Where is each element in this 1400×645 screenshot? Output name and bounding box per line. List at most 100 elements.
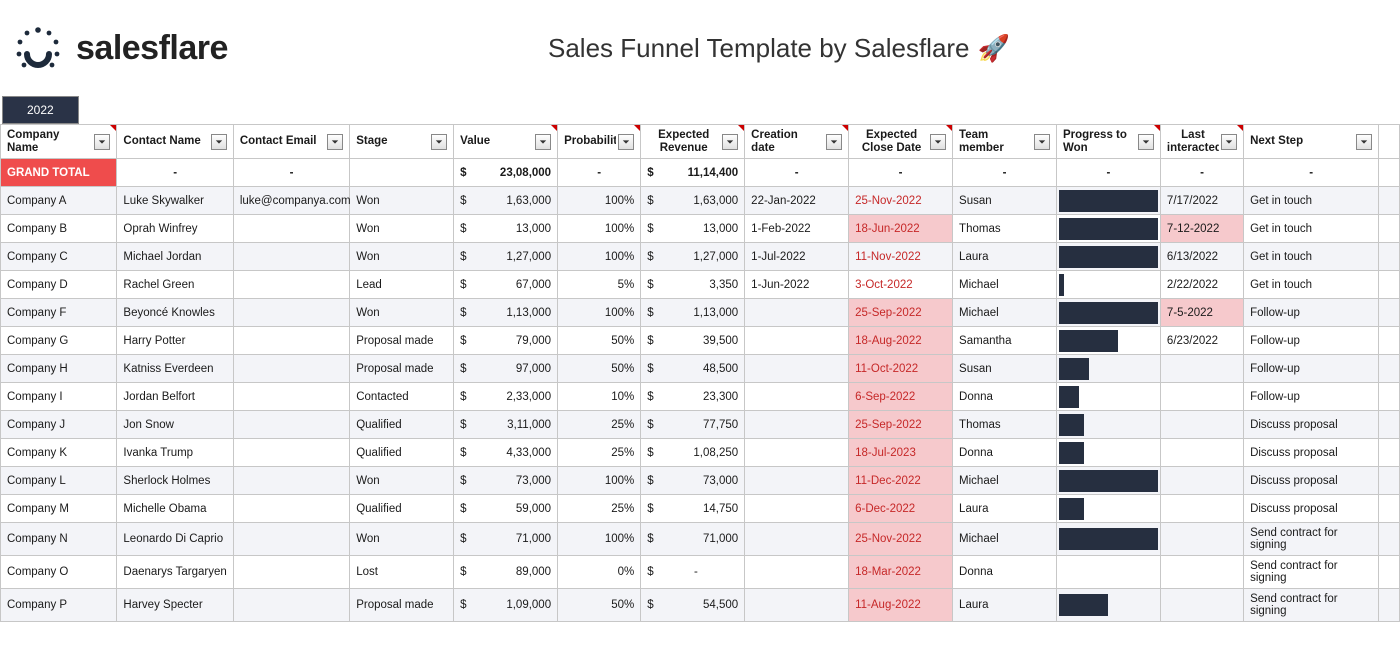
cell-company[interactable]: Company F: [1, 299, 117, 327]
cell-next-step[interactable]: Get in touch: [1244, 187, 1379, 215]
cell-next-step[interactable]: Discuss proposal: [1244, 439, 1379, 467]
cell-expected-revenue[interactable]: $77,750: [641, 411, 745, 439]
cell-value[interactable]: $89,000: [454, 556, 558, 589]
cell-creation-date[interactable]: 1-Jul-2022: [745, 243, 849, 271]
cell-probability[interactable]: 100%: [558, 299, 641, 327]
cell-stage[interactable]: Qualified: [350, 411, 454, 439]
cell-email[interactable]: [233, 271, 349, 299]
cell-contact[interactable]: Michelle Obama: [117, 495, 233, 523]
cell-probability[interactable]: 25%: [558, 495, 641, 523]
cell-progress[interactable]: [1056, 215, 1160, 243]
cell-email[interactable]: [233, 439, 349, 467]
cell-expected-revenue[interactable]: $1,63,000: [641, 187, 745, 215]
cell-probability[interactable]: 100%: [558, 523, 641, 556]
cell-expected-revenue[interactable]: $1,27,000: [641, 243, 745, 271]
cell-creation-date[interactable]: [745, 495, 849, 523]
cell-contact[interactable]: Luke Skywalker: [117, 187, 233, 215]
cell-next-step[interactable]: Send contract for signing: [1244, 589, 1379, 622]
cell-progress[interactable]: [1056, 383, 1160, 411]
cell-next-step[interactable]: Follow-up: [1244, 327, 1379, 355]
cell-progress[interactable]: [1056, 243, 1160, 271]
cell-creation-date[interactable]: [745, 383, 849, 411]
cell-last-interacted[interactable]: [1160, 355, 1243, 383]
cell-expected-revenue[interactable]: $13,000: [641, 215, 745, 243]
cell-next-step[interactable]: Follow-up: [1244, 355, 1379, 383]
cell-last-interacted[interactable]: [1160, 589, 1243, 622]
filter-dropdown-icon[interactable]: [722, 134, 738, 150]
cell-expected-revenue[interactable]: $1,08,250: [641, 439, 745, 467]
cell-value[interactable]: $67,000: [454, 271, 558, 299]
cell-last-interacted[interactable]: [1160, 467, 1243, 495]
cell-stage[interactable]: Won: [350, 299, 454, 327]
cell-expected-close-date[interactable]: 11-Dec-2022: [849, 467, 953, 495]
cell-creation-date[interactable]: [745, 556, 849, 589]
cell-team-member[interactable]: Donna: [953, 383, 1057, 411]
cell-next-step[interactable]: Follow-up: [1244, 299, 1379, 327]
filter-dropdown-icon[interactable]: [618, 134, 634, 150]
cell-email[interactable]: [233, 355, 349, 383]
cell-company[interactable]: Company I: [1, 383, 117, 411]
cell-next-step[interactable]: Get in touch: [1244, 215, 1379, 243]
cell-team-member[interactable]: Michael: [953, 467, 1057, 495]
cell-expected-close-date[interactable]: 6-Dec-2022: [849, 495, 953, 523]
cell-probability[interactable]: 50%: [558, 589, 641, 622]
cell-email[interactable]: [233, 327, 349, 355]
cell-expected-revenue[interactable]: $23,300: [641, 383, 745, 411]
cell-email[interactable]: [233, 556, 349, 589]
cell-value[interactable]: $97,000: [454, 355, 558, 383]
cell-stage[interactable]: Proposal made: [350, 355, 454, 383]
cell-expected-close-date[interactable]: 25-Nov-2022: [849, 187, 953, 215]
cell-email[interactable]: [233, 411, 349, 439]
cell-expected-revenue[interactable]: $14,750: [641, 495, 745, 523]
cell-team-member[interactable]: Laura: [953, 243, 1057, 271]
cell-next-step[interactable]: Discuss proposal: [1244, 411, 1379, 439]
cell-creation-date[interactable]: [745, 439, 849, 467]
cell-expected-close-date[interactable]: 18-Mar-2022: [849, 556, 953, 589]
cell-progress[interactable]: [1056, 589, 1160, 622]
cell-expected-close-date[interactable]: 6-Sep-2022: [849, 383, 953, 411]
cell-expected-revenue[interactable]: $-: [641, 556, 745, 589]
cell-value[interactable]: $13,000: [454, 215, 558, 243]
cell-creation-date[interactable]: [745, 467, 849, 495]
cell-last-interacted[interactable]: [1160, 556, 1243, 589]
cell-next-step[interactable]: Get in touch: [1244, 243, 1379, 271]
cell-email[interactable]: [233, 243, 349, 271]
cell-next-step[interactable]: Get in touch: [1244, 271, 1379, 299]
cell-expected-revenue[interactable]: $39,500: [641, 327, 745, 355]
cell-stage[interactable]: Lead: [350, 271, 454, 299]
cell-contact[interactable]: Jordan Belfort: [117, 383, 233, 411]
cell-progress[interactable]: [1056, 556, 1160, 589]
cell-company[interactable]: Company N: [1, 523, 117, 556]
cell-stage[interactable]: Contacted: [350, 383, 454, 411]
cell-probability[interactable]: 25%: [558, 411, 641, 439]
cell-next-step[interactable]: Follow-up: [1244, 383, 1379, 411]
cell-email[interactable]: luke@companya.com: [233, 187, 349, 215]
cell-team-member[interactable]: Susan: [953, 187, 1057, 215]
cell-next-step[interactable]: Discuss proposal: [1244, 467, 1379, 495]
cell-expected-revenue[interactable]: $71,000: [641, 523, 745, 556]
cell-email[interactable]: [233, 383, 349, 411]
cell-team-member[interactable]: Donna: [953, 556, 1057, 589]
cell-contact[interactable]: Oprah Winfrey: [117, 215, 233, 243]
cell-stage[interactable]: Won: [350, 467, 454, 495]
filter-dropdown-icon[interactable]: [1138, 134, 1154, 150]
cell-progress[interactable]: [1056, 355, 1160, 383]
cell-expected-revenue[interactable]: $1,13,000: [641, 299, 745, 327]
cell-expected-revenue[interactable]: $3,350: [641, 271, 745, 299]
cell-stage[interactable]: Qualified: [350, 495, 454, 523]
cell-email[interactable]: [233, 589, 349, 622]
cell-stage[interactable]: Proposal made: [350, 327, 454, 355]
cell-expected-revenue[interactable]: $54,500: [641, 589, 745, 622]
cell-company[interactable]: Company H: [1, 355, 117, 383]
cell-value[interactable]: $71,000: [454, 523, 558, 556]
cell-stage[interactable]: Proposal made: [350, 589, 454, 622]
cell-contact[interactable]: Harry Potter: [117, 327, 233, 355]
cell-contact[interactable]: Harvey Specter: [117, 589, 233, 622]
cell-company[interactable]: Company P: [1, 589, 117, 622]
cell-last-interacted[interactable]: [1160, 523, 1243, 556]
cell-probability[interactable]: 50%: [558, 327, 641, 355]
cell-contact[interactable]: Rachel Green: [117, 271, 233, 299]
cell-last-interacted[interactable]: 7/17/2022: [1160, 187, 1243, 215]
cell-email[interactable]: [233, 523, 349, 556]
filter-dropdown-icon[interactable]: [1356, 134, 1372, 150]
